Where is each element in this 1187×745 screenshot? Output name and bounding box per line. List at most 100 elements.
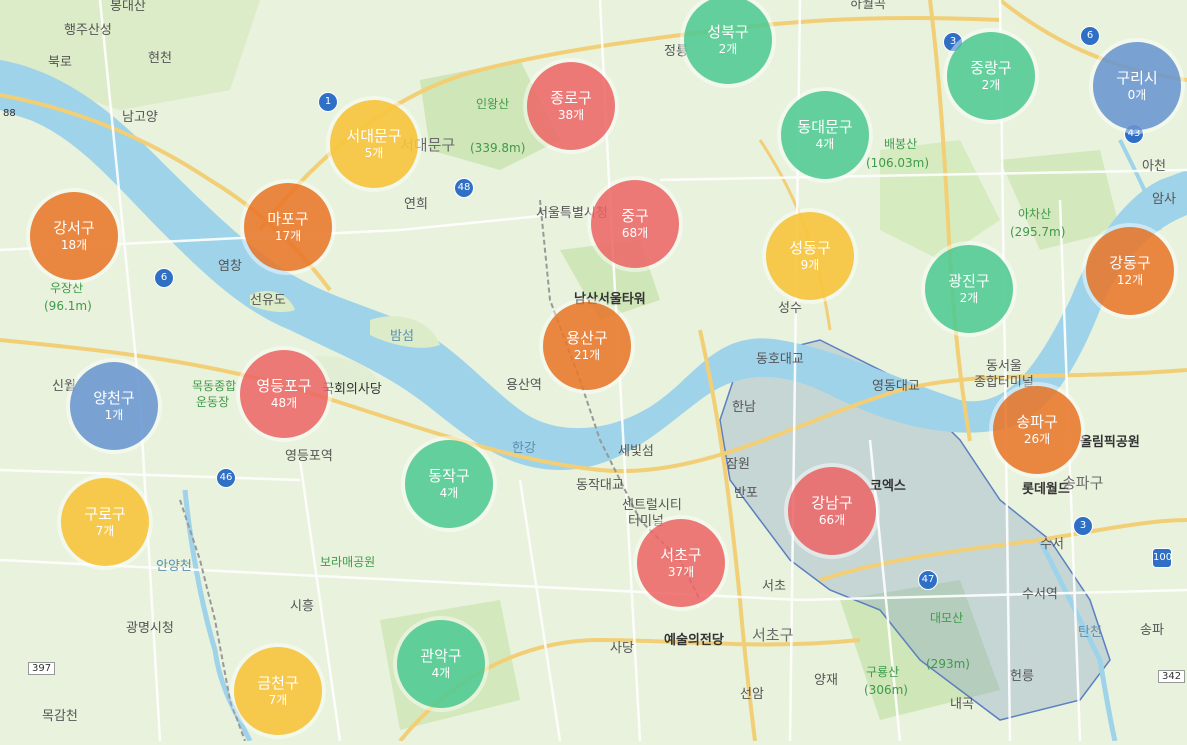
cluster-count: 0개	[1127, 88, 1147, 102]
label-bukno: 북로	[48, 55, 72, 70]
cluster-name: 강남구	[811, 494, 853, 512]
cluster-jongno[interactable]: 종로구 38개	[527, 62, 615, 150]
label-siheung: 시흥	[290, 599, 314, 614]
label-daemosan: 대모산	[930, 611, 963, 625]
cluster-name: 종로구	[550, 89, 592, 107]
cluster-count: 37개	[667, 565, 695, 579]
label-olympic-park: 올림픽공원	[1080, 434, 1140, 450]
label-yeonhui: 연희	[404, 197, 428, 212]
label-achasan: 아차산	[1018, 207, 1051, 221]
cluster-name: 성북구	[707, 23, 749, 41]
route-3-icon: 3	[1073, 516, 1093, 536]
label-mokdong-2: 운동장	[196, 395, 229, 409]
label-central-terminal: 센트럴시티	[622, 498, 682, 513]
cluster-gangnam[interactable]: 강남구 66개	[788, 467, 876, 555]
cluster-seongdong[interactable]: 성동구 9개	[766, 212, 854, 300]
cluster-gangseo[interactable]: 강서구 18개	[30, 192, 118, 280]
cluster-count: 7개	[95, 524, 115, 538]
label-daemosan-height: (293m)	[926, 657, 970, 671]
cluster-name: 광진구	[948, 272, 990, 290]
cluster-count: 4개	[431, 666, 451, 680]
cluster-guro[interactable]: 구로구 7개	[61, 478, 149, 566]
cluster-seocho[interactable]: 서초구 37개	[637, 519, 725, 607]
label-tancheon: 탄천	[1078, 625, 1102, 640]
cluster-songpa[interactable]: 송파구 26개	[993, 386, 1081, 474]
cluster-count: 9개	[800, 258, 820, 272]
cluster-name: 성동구	[789, 239, 831, 257]
cluster-count: 5개	[364, 146, 384, 160]
label-ujangsan-height: (96.1m)	[44, 299, 92, 313]
label-suseo-ic: 수서	[1040, 537, 1064, 552]
label-sebitseom: 세빛섬	[618, 444, 654, 459]
cluster-yeongdeungpo[interactable]: 영등포구 48개	[240, 350, 328, 438]
label-haewol: 하월곡	[850, 0, 886, 12]
cluster-name: 영등포구	[256, 377, 312, 395]
cluster-count: 2개	[959, 291, 979, 305]
label-inwangsan-height: (339.8m)	[470, 141, 525, 155]
cluster-gwanak[interactable]: 관악구 4개	[397, 620, 485, 708]
cluster-count: 68개	[621, 226, 649, 240]
route-48-icon: 48	[454, 178, 474, 198]
cluster-dongdaemun[interactable]: 동대문구 4개	[781, 91, 869, 179]
cluster-name: 강동구	[1109, 254, 1151, 272]
cluster-seodaemun[interactable]: 서대문구 5개	[330, 100, 418, 188]
cluster-count: 12개	[1116, 273, 1144, 287]
label-namgoyang: 남고양	[122, 110, 158, 125]
label-haengju: 행주산성	[64, 22, 112, 38]
label-anyangcheon: 안양천	[156, 559, 192, 574]
route-47-icon: 47	[918, 570, 938, 590]
route-6-icon: 6	[154, 268, 174, 288]
label-inwangsan: 인왕산	[476, 97, 509, 111]
map-canvas[interactable]: 인왕산 (339.8m) 배봉산 (106.03m) 아차산 (295.7m) …	[0, 0, 1187, 743]
cluster-gwangjin[interactable]: 광진구 2개	[925, 245, 1013, 333]
cluster-seongbuk[interactable]: 성북구 2개	[684, 0, 772, 84]
label-achasan-height: (295.7m)	[1010, 225, 1065, 239]
cluster-count: 48개	[270, 396, 298, 410]
cluster-name: 마포구	[267, 210, 309, 228]
cluster-name: 중구	[621, 207, 649, 225]
cluster-geumcheon[interactable]: 금천구 7개	[234, 647, 322, 735]
cluster-count: 38개	[557, 108, 585, 122]
cluster-dongjak[interactable]: 동작구 4개	[405, 440, 493, 528]
label-baebongsan: 배봉산	[884, 137, 917, 151]
label-seonyudo: 선유도	[250, 293, 286, 308]
cluster-count: 66개	[818, 513, 846, 527]
cluster-count: 4개	[815, 137, 835, 151]
cluster-name: 서대문구	[346, 127, 402, 145]
cluster-yangcheon[interactable]: 양천구 1개	[70, 362, 158, 450]
label-banpo: 반포	[734, 486, 758, 501]
label-gwangmyeong: 광명시청	[126, 621, 174, 636]
label-hyeonchon: 현천	[148, 51, 172, 66]
route-1-icon: 1	[318, 92, 338, 112]
route-88-icon: 88	[3, 108, 16, 119]
cluster-name: 중랑구	[970, 59, 1012, 77]
label-yongsan-station: 용산역	[506, 378, 542, 393]
label-seongsu-jc: 성수	[778, 301, 802, 316]
cluster-name: 용산구	[566, 329, 608, 347]
cluster-yongsan[interactable]: 용산구 21개	[543, 302, 631, 390]
label-hangang: 한강	[512, 441, 536, 456]
label-dongjak-jc: 동작대교	[576, 478, 624, 493]
label-yeongdeungpo-station: 영등포역	[285, 449, 333, 464]
label-guryongsan-height: (306m)	[864, 683, 908, 697]
label-mokgamcheon: 목감천	[42, 709, 78, 724]
label-mokdong: 목동종합	[192, 379, 236, 393]
route-6-icon: 6	[1080, 26, 1100, 46]
label-seocho: 서초구	[752, 626, 793, 644]
cluster-guri[interactable]: 구리시 0개	[1093, 42, 1181, 130]
label-dong-seoul: 동서울	[986, 359, 1022, 374]
cluster-name: 서초구	[660, 546, 702, 564]
route-397-icon: 397	[28, 662, 56, 675]
cluster-jung[interactable]: 중구 68개	[591, 180, 679, 268]
label-yangjae: 양재	[814, 673, 838, 688]
cluster-gangdong[interactable]: 강동구 12개	[1086, 227, 1174, 315]
cluster-jungnang[interactable]: 중랑구 2개	[947, 32, 1035, 120]
cluster-count: 17개	[274, 229, 302, 243]
label-bamseom: 밤섬	[390, 329, 414, 344]
label-guryongsan: 구룡산	[866, 665, 899, 679]
label-acheon: 아천	[1142, 159, 1166, 174]
label-seocho-ic: 서초	[762, 579, 786, 594]
cluster-mapo[interactable]: 마포구 17개	[244, 183, 332, 271]
label-sadang: 사당	[610, 641, 634, 656]
label-ujangsan: 우장산	[50, 281, 83, 295]
